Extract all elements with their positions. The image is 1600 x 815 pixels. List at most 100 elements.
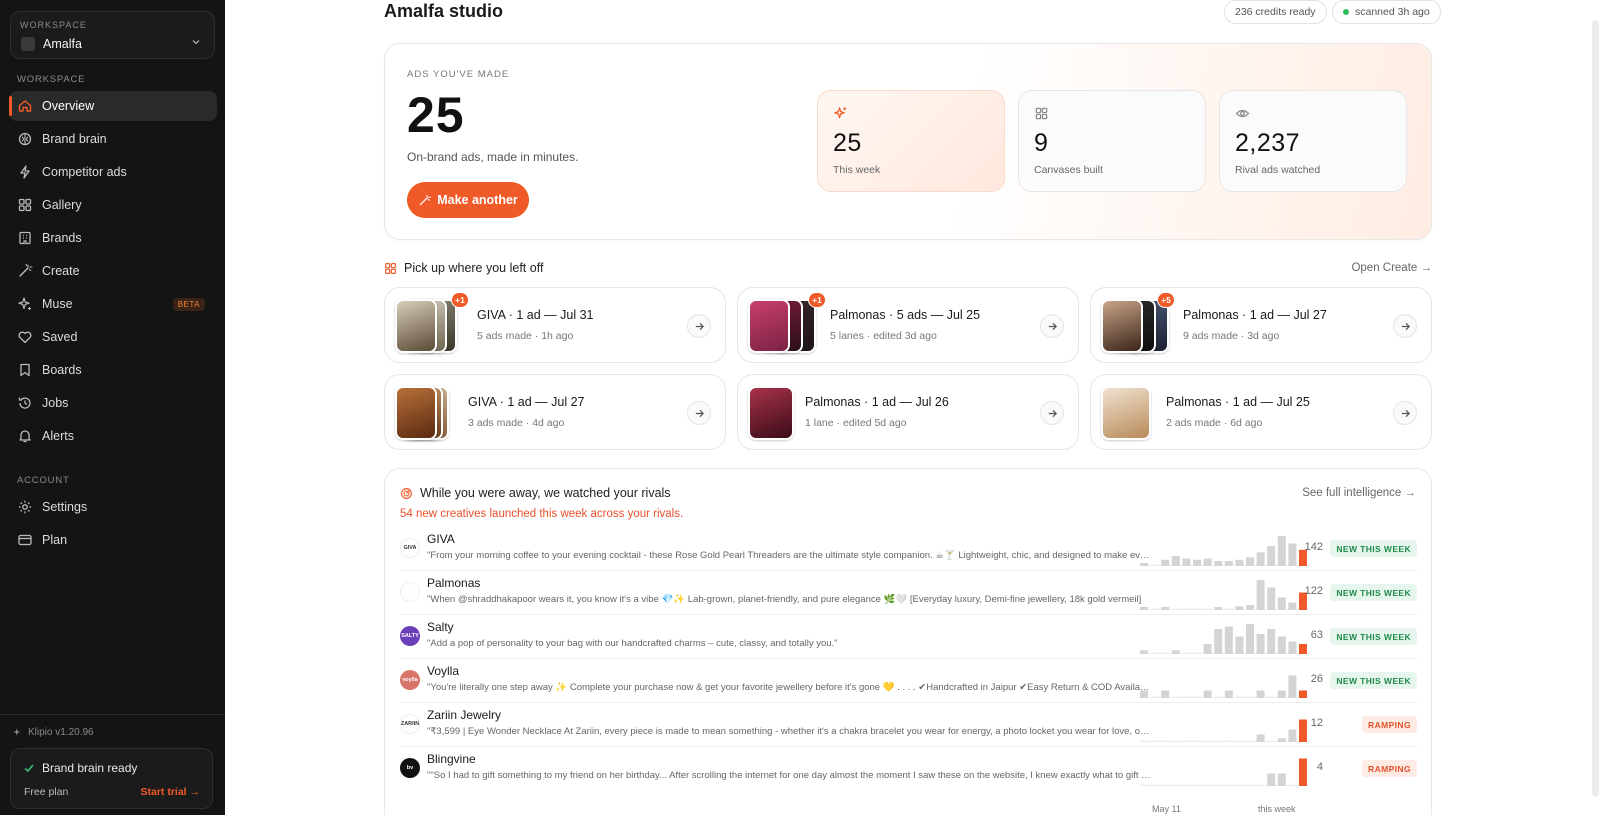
sidebar-item-competitor-ads[interactable]: Competitor ads [9,157,217,187]
sparkline-bar [1140,563,1148,566]
wand-icon [419,194,432,205]
rival-ad-count: 12 [1310,717,1323,729]
sparkline-bar [1203,644,1212,654]
sidebar-item-jobs[interactable]: Jobs [9,388,217,418]
scan-status-pill: scanned 3h ago [1332,0,1441,24]
sidebar-item-saved[interactable]: Saved [9,322,217,352]
sparkline-bar [1277,636,1286,654]
sidebar-item-muse[interactable]: Muse BETA [9,289,217,319]
more-count-badge: +1 [451,292,469,308]
sidebar-item-gallery[interactable]: Gallery [9,190,217,220]
recent-project-card[interactable]: +1 GIVA · 1 ad — Jul 31 5 ads made · 1h … [384,287,726,363]
sparkline-bar [1235,606,1244,610]
sidebar-item-label: Plan [42,533,68,547]
sidebar-item-create[interactable]: Create [9,256,217,286]
ads-made-label: ADS YOU'VE MADE [407,69,510,80]
grid-icon [385,262,396,274]
sidebar-item-settings[interactable]: Settings [9,492,217,522]
sparkline-bar [1150,652,1159,654]
make-another-button[interactable]: Make another [407,182,529,218]
sidebar-item-label: Competitor ads [42,165,127,179]
sparkline-bar [1267,773,1276,786]
sidebar-item-alerts[interactable]: Alerts [9,421,217,451]
arrow-right-icon [1048,322,1057,330]
bookmark-icon [20,363,30,377]
sparkline-bar [1150,696,1159,698]
sparkline-bar [1171,784,1180,786]
open-card-button[interactable] [1393,401,1417,425]
section-label-account: ACCOUNT [17,475,70,486]
credits-text: 236 credits ready [1235,6,1316,18]
rival-status-badge: NEW THIS WEEK [1330,540,1417,557]
rival-name: Zariin Jewelry [427,708,502,722]
sidebar-item-overview[interactable]: Overview [9,91,217,121]
sparkline-bar [1171,696,1180,698]
rival-name: Salty [427,620,454,634]
sparkline-bar [1267,587,1276,610]
sidebar: WORKSPACE Amalfa WORKSPACE Overview Bran… [0,0,225,815]
sidebar-item-boards[interactable]: Boards [9,355,217,385]
recent-project-card[interactable]: +5 Palmonas · 1 ad — Jul 27 9 ads made ·… [1090,287,1432,363]
sidebar-item-brands[interactable]: Brands [9,223,217,253]
open-create-link[interactable]: Open Create → [1351,262,1432,274]
pickup-heading: Pick up where you left off [384,261,543,275]
sparkline-bar [1277,597,1286,610]
open-card-button[interactable] [1393,314,1417,338]
brand-brain-title: Brand brain ready [23,761,137,775]
recent-project-card[interactable]: Palmonas · 1 ad — Jul 25 2 ads made · 6d… [1090,374,1432,450]
grid-icon [1035,107,1048,120]
pickup-heading-text: Pick up where you left off [404,261,544,275]
sparkline-bar [1214,607,1223,610]
open-card-button[interactable] [1040,401,1064,425]
card-subtitle: 9 ads made · 3d ago [1183,330,1280,342]
recent-project-card[interactable]: GIVA · 1 ad — Jul 27 3 ads made · 4d ago [384,374,726,450]
rival-row[interactable]: GIVA GIVA "From your morning coffee to you… [400,527,1417,571]
workspace-avatar [21,37,35,51]
open-card-button[interactable] [687,314,711,338]
sparkline-bar [1140,740,1148,742]
open-card-button[interactable] [1040,314,1064,338]
rival-ad-quote: "When @shraddhakapoor wears it, you know… [427,594,1142,605]
recent-project-card[interactable]: +1 Palmonas · 5 ads — Jul 25 5 lanes · e… [737,287,1079,363]
sidebar-item-brand-brain[interactable]: Brand brain [9,124,217,154]
building-icon [19,231,31,245]
rival-logo-text: ZARIIN [400,721,420,727]
sidebar-item-label: Brand brain [42,132,107,146]
rival-ad-count: 142 [1304,541,1323,553]
open-card-button[interactable] [687,401,711,425]
sparkline-bar [1150,784,1159,786]
rival-row[interactable]: SALTY Salty "Add a pop of personality to y… [400,615,1417,659]
app-version: Klipio v1.20.96 [12,727,94,738]
sparkline-bar [1277,738,1286,742]
scrollbar[interactable] [1592,20,1599,797]
start-trial-link[interactable]: Start trial → [140,786,200,798]
stat-label: This week [833,164,881,176]
plan-name: Free plan [24,786,69,798]
rival-ad-quote: "You're literally one step away ✨ Comple… [427,682,1152,693]
rival-name: GIVA [427,532,455,546]
ad-thumbnail [395,299,437,353]
ad-thumbnail [1101,299,1143,353]
sparkline-bar [1214,561,1223,566]
recent-project-card[interactable]: Palmonas · 1 ad — Jul 26 1 lane · edited… [737,374,1079,450]
sparkline-bar [1182,558,1191,566]
sparkline-bar [1277,773,1286,786]
sidebar-item-label: Muse [42,297,73,311]
brand-brain-status: Brand brain ready Free plan Start trial … [10,748,213,809]
rival-logo-text: bv [406,765,414,771]
card-subtitle: 5 ads made · 1h ago [477,330,574,342]
sparkline-bar [1267,696,1276,698]
rival-logo [400,582,420,602]
stat-canvases: 9 Canvases built [1018,90,1206,192]
page-title: Amalfa studio [384,1,504,21]
see-full-intelligence-link[interactable]: See full intelligence → [1302,487,1416,499]
rival-row[interactable]: voylla Voylla "You're literally one step a… [400,659,1417,703]
radar-icon [401,487,412,499]
sparkline-bar [1256,580,1265,610]
rival-row[interactable]: ZARIIN Zariin Jewelry "₹3,599 | Eye Wonder… [400,703,1417,747]
rival-row[interactable]: bv Blingvine ""So I had to gift something … [400,747,1417,791]
rival-row[interactable]: Palmonas "When @shraddhakapoor wears it, … [400,571,1417,615]
workspace-switcher[interactable]: WORKSPACE Amalfa [10,11,215,59]
sparkline-bar [1140,607,1148,610]
sidebar-item-plan[interactable]: Plan [9,525,217,555]
